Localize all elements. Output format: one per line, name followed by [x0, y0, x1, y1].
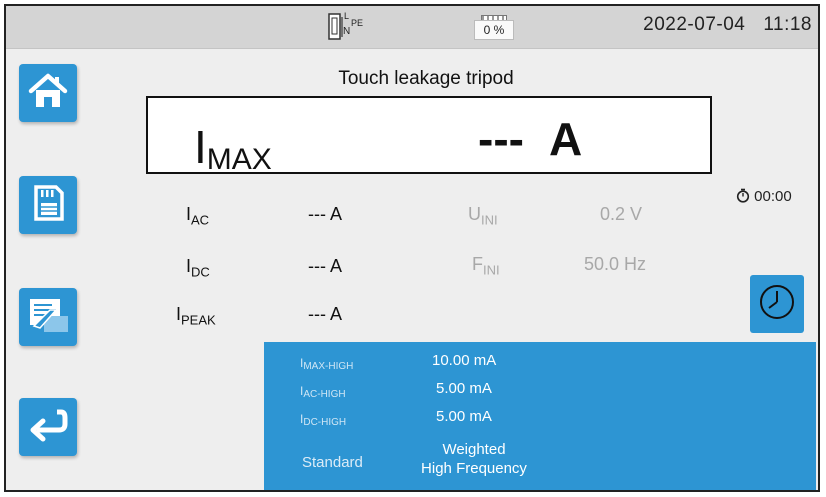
- iac-high-value: 5.00 mA: [436, 380, 492, 397]
- clock-icon: [757, 282, 797, 327]
- uini-value: 0.2 V: [600, 204, 643, 224]
- main-result-box: IMAX --- A: [146, 96, 712, 176]
- time: 11:18: [763, 14, 812, 35]
- stopwatch-icon: [736, 188, 754, 205]
- standard-value-line-2: High Frequency: [421, 460, 527, 477]
- standard-value: Weighted High Frequency: [414, 440, 534, 478]
- test-title: Touch leakage tripod: [338, 68, 514, 89]
- iac-high-label: IAC-HIGH: [300, 384, 346, 400]
- report-button[interactable]: [19, 288, 77, 346]
- device-screen: L N PE 0 % 2022-07-04 11:18 Touch leakag…: [4, 4, 820, 492]
- standard-value-line-1: Weighted: [442, 441, 506, 458]
- back-button[interactable]: [19, 398, 77, 456]
- idc-high-label: IDC-HIGH: [300, 412, 347, 428]
- home-icon: [28, 72, 68, 115]
- imax-high-value: 10.00 mA: [432, 352, 497, 369]
- idc-value: --- A: [308, 256, 342, 276]
- iac-value: --- A: [308, 204, 342, 224]
- memory-button[interactable]: [19, 176, 77, 234]
- fini-value: 50.0 Hz: [584, 254, 647, 274]
- idc-high-value: 5.00 mA: [436, 408, 492, 425]
- limits-panel[interactable]: IMAX-HIGH 10.00 mA IAC-HIGH 5.00 mA IDC-…: [264, 342, 816, 490]
- date: 2022-07-04: [643, 14, 746, 35]
- terminal-connection-icon: L N PE: [328, 11, 372, 42]
- back-arrow-icon: [27, 406, 69, 449]
- idc-label: IDC: [186, 256, 210, 280]
- home-button[interactable]: [19, 64, 77, 122]
- ipeak-value: --- A: [308, 304, 342, 324]
- timer-display: 00:00: [736, 188, 792, 205]
- imax-high-label: IMAX-HIGH: [300, 356, 354, 372]
- report-icon: [26, 296, 70, 339]
- uini-label: UINI: [468, 204, 498, 228]
- fini-label: FINI: [472, 254, 500, 278]
- ipeak-label: IPEAK: [176, 304, 216, 328]
- terminal-n-label: N: [343, 26, 351, 37]
- battery-indicator: 0 %: [474, 15, 514, 41]
- iac-label: IAC: [186, 204, 210, 228]
- timer-value: 00:00: [754, 188, 792, 205]
- standard-label: Standard: [302, 454, 363, 471]
- status-bar: L N PE 0 % 2022-07-04 11:18: [6, 6, 818, 49]
- imax-label: IMAX: [194, 121, 272, 176]
- timer-settings-button[interactable]: [750, 275, 804, 333]
- imax-value: --- A: [478, 113, 583, 165]
- date-time: 2022-07-04 11:18: [643, 14, 812, 36]
- battery-percent: 0 %: [474, 20, 514, 40]
- memory-card-icon: [30, 184, 66, 227]
- terminal-pe-label: PE: [351, 18, 364, 28]
